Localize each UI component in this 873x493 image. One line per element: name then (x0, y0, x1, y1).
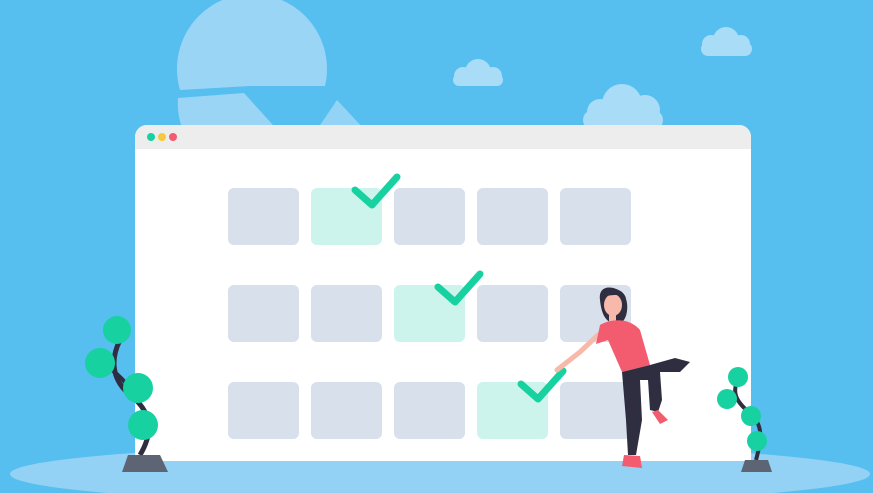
calendar-cell (311, 382, 382, 439)
window-dot-icon (158, 133, 166, 141)
calendar-cell-done (477, 382, 548, 439)
window-dot-icon (147, 133, 155, 141)
calendar-cell (228, 188, 299, 245)
calendar-cell-done (394, 285, 465, 342)
calendar-cell (228, 285, 299, 342)
cloud-icon (583, 84, 663, 130)
calendar-cell (311, 285, 382, 342)
title-bar (135, 125, 751, 149)
calendar-cell (560, 382, 631, 439)
cloud-icon (453, 59, 503, 86)
browser-window (135, 125, 751, 461)
calendar-cell (394, 382, 465, 439)
calendar-cell (394, 188, 465, 245)
calendar-cell (560, 285, 631, 342)
window-dot-icon (169, 133, 177, 141)
calendar-cell (477, 188, 548, 245)
calendar-cell-done (311, 188, 382, 245)
calendar-cell (228, 382, 299, 439)
scheduling-illustration (0, 0, 873, 493)
cloud-icon (701, 27, 752, 56)
calendar-cell (477, 285, 548, 342)
calendar-cell (560, 188, 631, 245)
